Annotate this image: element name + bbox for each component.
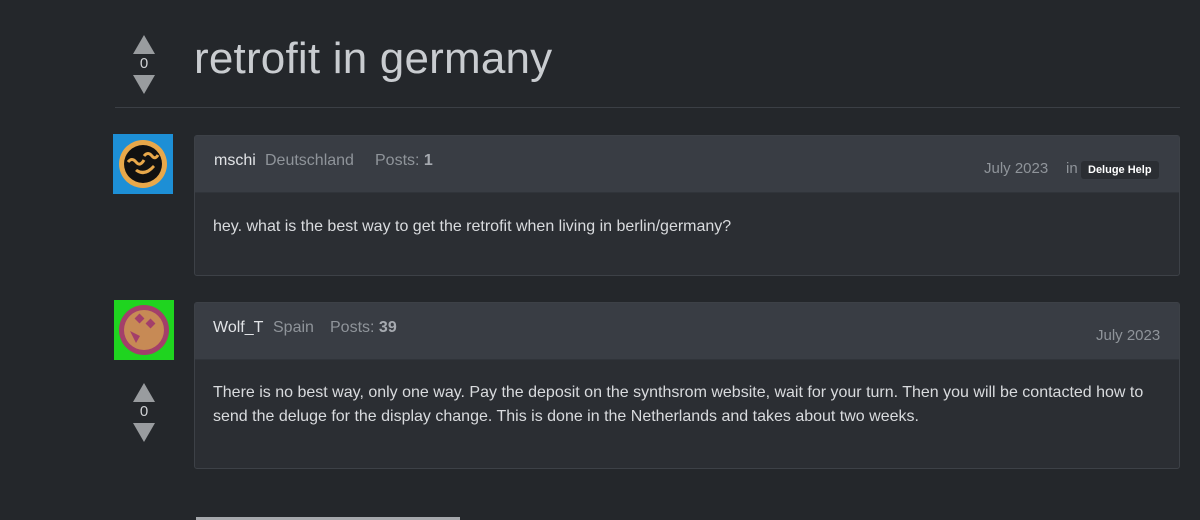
avatar[interactable] [114,300,174,360]
post-score: 0 [139,403,149,420]
title-divider [115,107,1180,108]
page-title: retrofit in germany [194,34,553,83]
post-count-label: Posts: [375,152,420,169]
post: mschi Deutschland Posts: 1 July 2023 in … [194,135,1180,276]
upvote-arrow-icon[interactable] [133,383,155,402]
post-count-value: 39 [378,319,397,336]
upvote-arrow-icon[interactable] [133,35,155,54]
avatar-face-icon [114,300,174,360]
in-label: in [1066,160,1078,177]
post-vote: 0 [132,383,156,442]
post-count: Posts: 39 [330,319,397,337]
post-header: Wolf_T Spain Posts: 39 July 2023 [195,303,1179,360]
author-link[interactable]: mschi [214,152,256,170]
post: Wolf_T Spain Posts: 39 July 2023 There i… [194,302,1180,469]
avatar-smiley-icon [113,134,173,194]
author-country: Spain [273,319,314,336]
downvote-arrow-icon[interactable] [133,423,155,442]
post-count-value: 1 [423,152,433,169]
post-date[interactable]: July 2023 [1096,327,1160,344]
post-body: There is no best way, only one way. Pay … [213,384,1144,425]
post-date[interactable]: July 2023 [984,160,1048,177]
post-count: Posts: 1 [375,152,433,170]
author-link[interactable]: Wolf_T [213,319,263,337]
thread-vote: 0 [132,35,156,94]
downvote-arrow-icon[interactable] [133,75,155,94]
category-tag[interactable]: Deluge Help [1081,161,1159,179]
post-count-label: Posts: [330,319,375,336]
author-country: Deutschland [265,152,354,169]
post-body: hey. what is the best way to get the ret… [213,218,732,235]
avatar[interactable] [113,134,173,194]
thread-score: 0 [139,55,149,72]
post-header: mschi Deutschland Posts: 1 July 2023 in … [195,136,1179,193]
